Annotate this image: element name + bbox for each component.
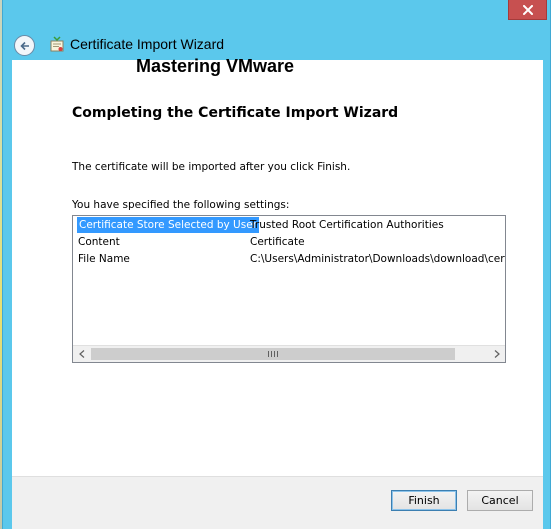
settings-key: Content: [78, 236, 120, 248]
settings-row-store[interactable]: Certificate Store Selected by User Trust…: [73, 216, 505, 233]
wizard-footer: Finish Cancel: [12, 476, 543, 529]
certificate-wizard-icon: [48, 36, 66, 54]
settings-value: Trusted Root Certification Authorities: [250, 219, 444, 231]
settings-listbox[interactable]: Certificate Store Selected by User Trust…: [72, 215, 506, 363]
chevron-right-icon: [494, 350, 500, 358]
settings-row-content[interactable]: Content Certificate: [73, 233, 505, 250]
settings-value: C:\Users\Administrator\Downloads\downloa…: [250, 253, 505, 265]
chevron-left-icon: [78, 350, 84, 358]
settings-key: Certificate Store Selected by User: [77, 217, 259, 233]
close-button[interactable]: [508, 0, 547, 20]
finish-button[interactable]: Finish: [391, 490, 457, 511]
settings-row-file-name[interactable]: File Name C:\Users\Administrator\Downloa…: [73, 250, 505, 267]
page-heading: Completing the Certificate Import Wizard: [72, 105, 399, 121]
watermark-text: Mastering VMware: [136, 56, 295, 76]
scroll-right-button[interactable]: [488, 346, 505, 362]
grip-icon: [268, 351, 278, 357]
scroll-left-button[interactable]: [73, 346, 90, 362]
settings-list: Certificate Store Selected by User Trust…: [73, 216, 505, 344]
wizard-content: Mastering VMware Completing the Certific…: [12, 56, 543, 476]
cancel-button[interactable]: Cancel: [467, 490, 533, 511]
settings-label: You have specified the following setting…: [72, 199, 290, 211]
info-text: The certificate will be imported after y…: [72, 161, 351, 173]
settings-value: Certificate: [250, 236, 305, 248]
settings-key: File Name: [78, 253, 130, 265]
scrollbar-thumb[interactable]: [91, 348, 455, 360]
horizontal-scrollbar[interactable]: [73, 345, 505, 362]
back-button[interactable]: [14, 35, 35, 56]
wizard-window: Certificate Import Wizard Mastering VMwa…: [2, 0, 551, 529]
back-arrow-icon: [19, 41, 29, 50]
window-title: Certificate Import Wizard: [70, 36, 225, 52]
close-icon: [522, 4, 533, 15]
